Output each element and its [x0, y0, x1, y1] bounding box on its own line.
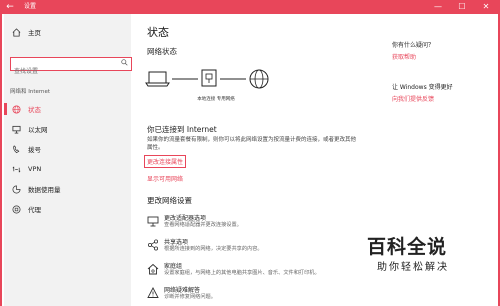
back-arrow-icon[interactable]: ← — [4, 1, 16, 13]
ethernet-icon — [10, 125, 22, 134]
option-description: 根据所连接到的网络，决定要共享的内容。 — [164, 246, 263, 252]
connected-description: 如果你的流量套餐有限制，则你可以将此网络设置为按流量计费的连接，或者更改其他属性… — [147, 137, 357, 151]
watermark-subtitle: 助你轻松解决 — [377, 262, 449, 273]
sidebar-item-label: 代理 — [28, 206, 41, 214]
connected-title: 你已连接到 Internet — [147, 125, 217, 134]
sidebar-section-label: 网络和 Internet — [10, 89, 51, 95]
change-settings-heading: 更改网络设置 — [147, 196, 192, 205]
show-available-networks-link[interactable]: 显示可用网络 — [147, 174, 183, 183]
sidebar-item-dialup[interactable]: 拨号 — [4, 139, 131, 159]
network-diagram-graphic — [145, 69, 269, 89]
data-usage-icon — [10, 185, 22, 194]
ethernet-port-icon — [201, 69, 217, 87]
change-connection-properties-link[interactable]: 更改连接属性 — [144, 155, 187, 168]
adapter-icon — [147, 216, 159, 227]
home-icon — [10, 27, 22, 37]
settings-window: ← 设置 — ☐ ✕ 主页 网络和 Internet 状态 — [0, 0, 500, 306]
main-content: 状态 网络状态 本地连接 专用网络 你已连接到 Internet 如果你的流量套… — [132, 14, 368, 306]
sidebar-item-home[interactable]: 主页 — [10, 26, 120, 38]
sidebar-item-label: 状态 — [28, 106, 41, 114]
sidebar-item-label: 数据使用量 — [28, 186, 61, 194]
network-diagram: 本地连接 专用网络 — [144, 66, 274, 108]
page-title: 状态 — [147, 26, 169, 39]
option-homegroup[interactable]: 家庭组 设置家庭组，与网络上的其他电脑共享图片、音乐、文件和打印机。 — [147, 260, 367, 282]
search-input[interactable] — [11, 65, 111, 78]
search-box[interactable] — [10, 57, 132, 78]
maximize-button[interactable]: ☐ — [450, 0, 474, 14]
close-button[interactable]: ✕ — [474, 0, 498, 14]
sharing-icon — [147, 239, 159, 251]
sidebar-item-vpn[interactable]: VPN — [4, 159, 131, 179]
connection-caption: 本地连接 专用网络 — [197, 97, 235, 102]
sidebar-item-label: 以太网 — [28, 126, 48, 134]
sidebar-item-label: 拨号 — [28, 146, 41, 154]
option-description: 设置家庭组，与网络上的其他电脑共享图片、音乐、文件和打印机。 — [164, 270, 320, 276]
sidebar-item-proxy[interactable]: 代理 — [4, 199, 131, 219]
get-help-link[interactable]: 获取帮助 — [392, 52, 416, 61]
laptop-icon — [145, 71, 170, 87]
proxy-icon — [10, 205, 22, 214]
title-bar: ← 设置 — ☐ ✕ — [2, 0, 498, 14]
vpn-icon — [10, 165, 22, 174]
sidebar-nav: 状态 以太网 拨号 VPN 数据使用量 代理 — [4, 99, 131, 219]
sidebar: 主页 网络和 Internet 状态 以太网 — [4, 14, 132, 306]
sidebar-item-data-usage[interactable]: 数据使用量 — [4, 179, 131, 199]
search-icon[interactable] — [121, 59, 128, 68]
watermark-title: 百科全说 — [367, 236, 448, 258]
sidebar-item-label: 主页 — [28, 29, 41, 37]
option-sharing[interactable]: 共享选项 根据所连接到的网络，决定要共享的内容。 — [147, 236, 367, 258]
homegroup-icon — [147, 263, 159, 275]
dialup-icon — [10, 144, 22, 154]
status-icon — [10, 104, 22, 114]
give-feedback-link[interactable]: 向我们提供反馈 — [392, 94, 434, 103]
window-title: 设置 — [24, 3, 37, 10]
globe-icon — [249, 69, 269, 89]
sidebar-item-ethernet[interactable]: 以太网 — [4, 119, 131, 139]
improve-windows-question: 让 Windows 变得更好 — [392, 84, 453, 91]
troubleshoot-icon — [147, 287, 159, 298]
option-description: 诊断并修复网络问题。 — [164, 294, 216, 300]
option-troubleshoot[interactable]: 网络疑难解答 诊断并修复网络问题。 — [147, 284, 367, 306]
option-adapter[interactable]: 更改适配器选项 查看网络适配器并更改连接设置。 — [147, 212, 367, 234]
watermark: 百科全说 助你轻松解决 — [367, 232, 499, 292]
minimize-button[interactable]: — — [426, 0, 450, 14]
sidebar-item-label: VPN — [28, 165, 42, 173]
help-question: 你有什么疑问？ — [392, 42, 435, 49]
network-status-heading: 网络状态 — [147, 47, 177, 56]
option-description: 查看网络适配器并更改连接设置。 — [164, 222, 242, 228]
sidebar-item-status[interactable]: 状态 — [4, 99, 131, 119]
